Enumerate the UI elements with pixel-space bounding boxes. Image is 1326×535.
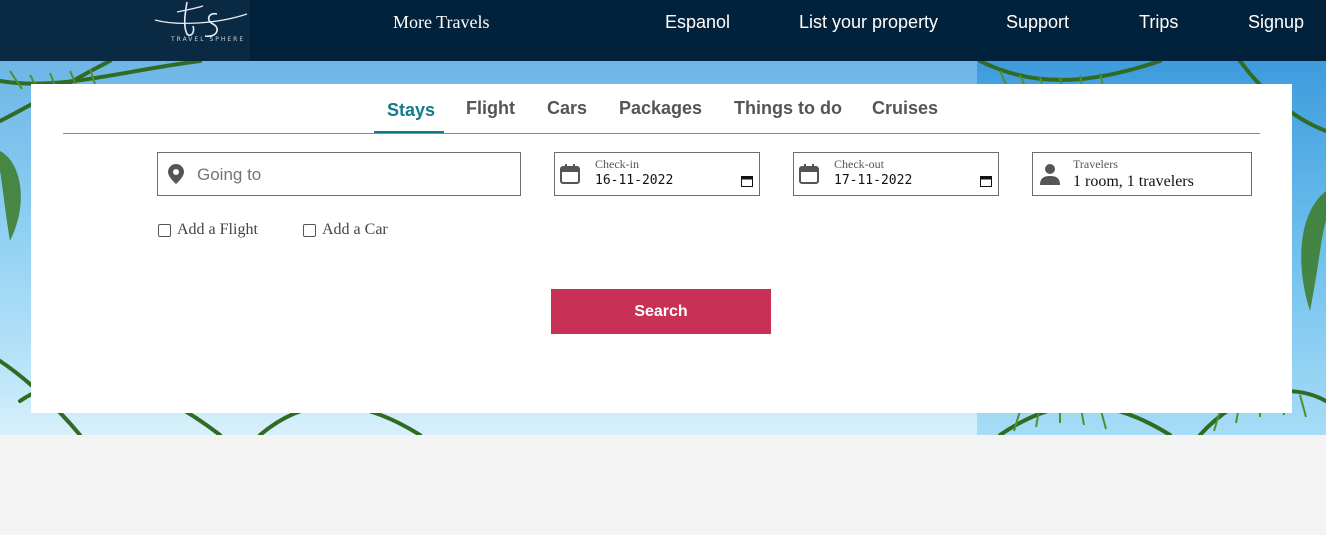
checkbox-box[interactable] <box>303 223 316 237</box>
tab-flight[interactable]: Flight <box>466 98 515 119</box>
tab-stays[interactable]: Stays <box>387 100 435 121</box>
travelers-value: 1 room, 1 travelers <box>1073 173 1194 190</box>
search-tabs: Stays Flight Cars Packages Things to do … <box>31 84 1292 134</box>
top-navigation: TRAVEL SPHERE More Travels Espanol List … <box>0 0 1326 61</box>
add-flight-label: Add a Flight <box>177 221 258 238</box>
checkout-value: 17-11-2022 <box>834 173 913 188</box>
tab-packages[interactable]: Packages <box>619 98 702 119</box>
search-card: Stays Flight Cars Packages Things to do … <box>31 84 1292 413</box>
location-pin-icon <box>168 164 184 184</box>
tab-cars[interactable]: Cars <box>547 98 587 119</box>
destination-input[interactable]: Going to <box>157 152 521 196</box>
add-car-label: Add a Car <box>322 221 388 238</box>
travelers-label: Travelers <box>1073 157 1118 171</box>
nav-support[interactable]: Support <box>1006 12 1069 33</box>
add-flight-checkbox[interactable]: Add a Flight <box>158 221 258 239</box>
travelers-field[interactable]: Travelers 1 room, 1 travelers <box>1032 152 1252 196</box>
person-icon <box>1040 164 1060 185</box>
checkout-label: Check-out <box>834 157 884 171</box>
calendar-icon <box>560 164 580 184</box>
logo-subtitle: TRAVEL SPHERE <box>171 36 246 43</box>
tab-cruises[interactable]: Cruises <box>872 98 938 119</box>
calendar-icon <box>799 164 819 184</box>
add-car-checkbox[interactable]: Add a Car <box>303 221 388 239</box>
nav-espanol[interactable]: Espanol <box>665 12 730 33</box>
nav-trips[interactable]: Trips <box>1139 12 1178 33</box>
checkin-label: Check-in <box>595 157 639 171</box>
destination-placeholder: Going to <box>197 165 262 184</box>
checkout-field[interactable]: Check-out 17-11-2022 <box>793 152 999 196</box>
checkin-value: 16-11-2022 <box>595 173 674 188</box>
tabs-divider <box>63 133 1260 134</box>
nav-list-property[interactable]: List your property <box>799 12 938 33</box>
tab-things-to-do[interactable]: Things to do <box>734 98 842 119</box>
date-picker-icon[interactable] <box>741 175 753 187</box>
nav-more-travels[interactable]: More Travels <box>393 12 490 33</box>
date-picker-icon[interactable] <box>980 175 992 187</box>
checkin-field[interactable]: Check-in 16-11-2022 <box>554 152 760 196</box>
checkbox-box[interactable] <box>158 223 171 237</box>
site-logo[interactable]: TRAVEL SPHERE <box>0 0 250 61</box>
search-button[interactable]: Search <box>551 289 771 334</box>
nav-signup[interactable]: Signup <box>1248 12 1304 33</box>
